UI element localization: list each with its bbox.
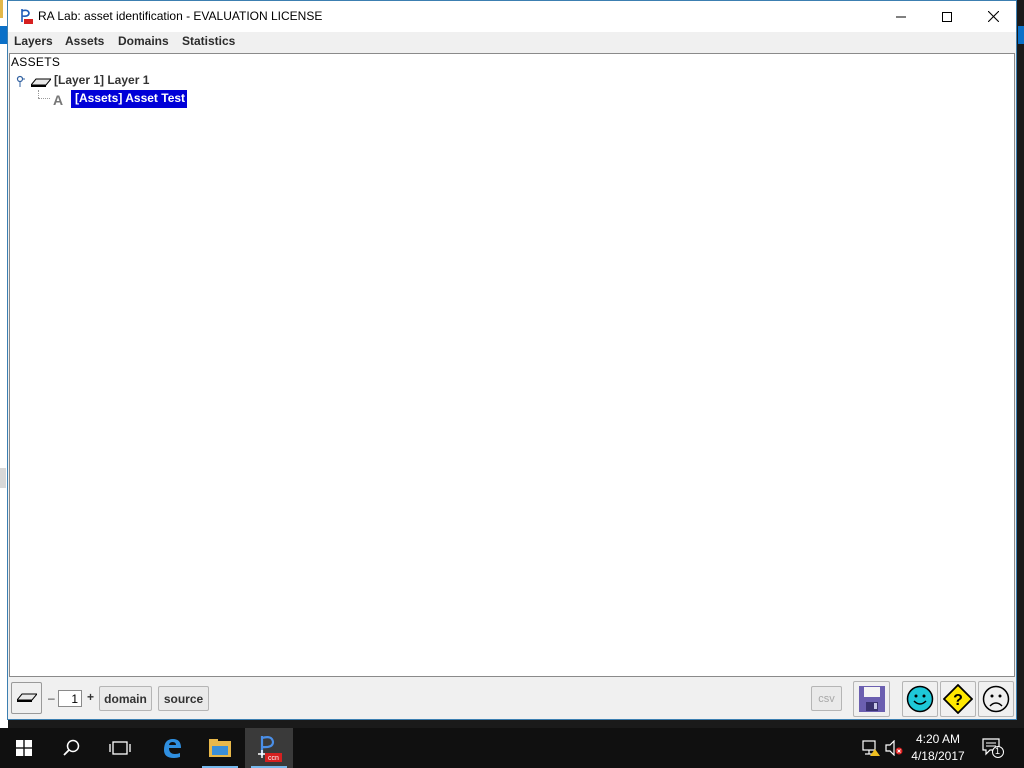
app-logo-icon <box>19 8 33 24</box>
tree-connector <box>38 90 39 98</box>
window-title: RA Lab: asset identification - EVALUATIO… <box>38 9 323 23</box>
file-explorer-taskbar-button[interactable] <box>196 728 244 768</box>
volume-muted-icon[interactable] <box>885 740 903 756</box>
action-center-button[interactable]: 1 <box>982 738 1004 758</box>
tree-root-label: ASSETS <box>11 55 61 69</box>
minimize-button[interactable] <box>878 1 924 32</box>
app-window: RA Lab: asset identification - EVALUATIO… <box>7 0 1017 720</box>
taskbar-clock[interactable]: 4:20 AM 4/18/2017 <box>904 731 972 765</box>
clock-time: 4:20 AM <box>915 732 961 746</box>
bottom-toolbar: – + domain source csv ? <box>8 678 1016 719</box>
notification-count: 1 <box>995 746 1001 756</box>
windows-start-icon <box>16 740 32 756</box>
asset-icon: A <box>53 92 64 108</box>
title-bar[interactable]: RA Lab: asset identification - EVALUATIO… <box>8 1 1016 32</box>
menu-bar: Layers Assets Domains Statistics <box>8 32 1016 52</box>
search-button[interactable] <box>48 728 96 768</box>
source-button[interactable]: source <box>158 686 209 711</box>
clock-date: 4/18/2017 <box>911 749 965 763</box>
desktop-highlight-fragment-right <box>1018 26 1024 44</box>
maximize-icon <box>942 11 952 22</box>
close-button[interactable] <box>970 1 1016 32</box>
increment-button[interactable]: + <box>87 690 94 704</box>
close-icon <box>987 11 999 22</box>
tree-handle-icon[interactable] <box>15 75 25 87</box>
layer-button-icon <box>16 693 37 702</box>
ralab-taskbar-button[interactable]: ccn <box>245 728 293 768</box>
taskbar: ccn 4:20 AM 4/18/2017 1 <box>0 728 1024 768</box>
menu-domains[interactable]: Domains <box>118 34 169 48</box>
menu-assets[interactable]: Assets <box>65 34 104 48</box>
asset-tree[interactable]: ASSETS [Layer 1] Layer 1 A [Assets] Asse… <box>9 53 1015 677</box>
action-center-icon <box>982 738 1004 758</box>
smiley-icon <box>906 685 934 713</box>
approve-button[interactable] <box>902 681 938 717</box>
tree-item-layer[interactable]: [Layer 1] Layer 1 <box>54 73 149 87</box>
layer-icon <box>31 78 51 87</box>
task-view-icon <box>109 741 131 755</box>
frown-icon <box>982 685 1010 713</box>
save-disk-icon <box>858 686 885 712</box>
network-icon[interactable] <box>862 740 880 756</box>
save-button[interactable] <box>853 681 890 717</box>
start-button[interactable] <box>0 728 48 768</box>
decrement-button[interactable]: – <box>48 691 55 705</box>
domain-button[interactable]: domain <box>99 686 152 711</box>
tree-item-asset-selected[interactable]: [Assets] Asset Test <box>71 90 188 108</box>
ralab-taskbar-icon: ccn <box>258 736 282 762</box>
svg-text:?: ? <box>953 692 963 709</box>
help-button[interactable]: ? <box>940 681 976 717</box>
maximize-button[interactable] <box>924 1 970 32</box>
file-explorer-icon <box>209 739 231 757</box>
desktop-folder-fragment <box>0 0 3 18</box>
layer-button[interactable] <box>11 682 42 714</box>
reject-button[interactable] <box>978 681 1014 717</box>
edge-icon <box>164 739 181 758</box>
edge-taskbar-button[interactable] <box>148 728 196 768</box>
ralab-badge-text: ccn <box>268 755 279 762</box>
desktop-scroll-fragment <box>0 468 6 488</box>
csv-button[interactable]: csv <box>811 686 842 711</box>
tree-connector-horizontal <box>38 98 50 99</box>
search-icon <box>63 739 80 756</box>
minimize-icon <box>896 16 906 17</box>
menu-layers[interactable]: Layers <box>14 34 53 48</box>
question-diamond-icon: ? <box>943 684 973 714</box>
layer-number-input[interactable] <box>58 690 82 707</box>
task-view-button[interactable] <box>96 728 144 768</box>
menu-statistics[interactable]: Statistics <box>182 34 235 48</box>
